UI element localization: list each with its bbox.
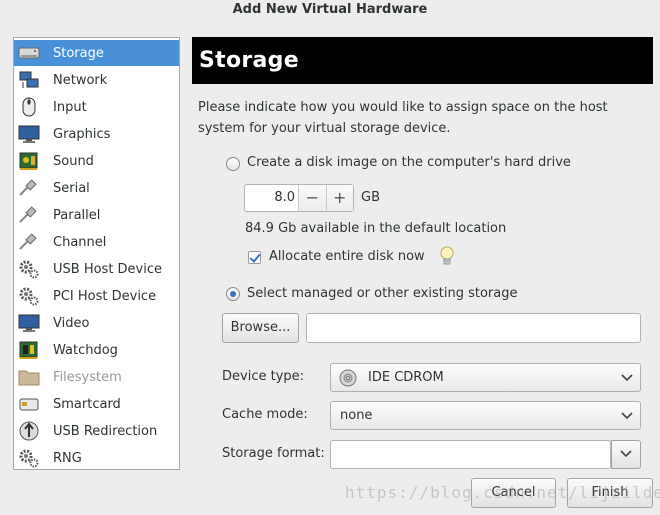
device-type-value: IDE CDROM: [368, 370, 444, 385]
select-existing-label: Select managed or other existing storage: [247, 286, 518, 301]
sidebar-item-rng[interactable]: RNG: [14, 445, 179, 471]
rng-gear-icon: [18, 447, 40, 469]
sound-card-icon: [18, 150, 40, 172]
folder-icon: [18, 366, 40, 388]
create-disk-label: Create a disk image on the computer's ha…: [247, 155, 571, 170]
size-unit-label: GB: [361, 190, 380, 205]
monitor-icon: [18, 123, 40, 145]
video-monitor-icon: [18, 312, 40, 334]
channel-plug-icon: [18, 231, 40, 253]
sidebar-item-usb-host-device[interactable]: USB Host Device: [14, 256, 179, 282]
cache-mode-value: none: [340, 408, 373, 423]
sidebar-item-label: Channel: [53, 234, 107, 250]
watchdog-chip-icon: [18, 339, 40, 361]
sidebar-item-label: Serial: [53, 180, 90, 196]
sidebar-item-network[interactable]: Network: [14, 67, 179, 93]
sidebar-item-storage[interactable]: Storage: [14, 40, 179, 66]
chevron-down-icon: [614, 373, 640, 382]
available-space-text: 84.9 Gb available in the default locatio…: [245, 221, 507, 236]
decrement-button[interactable]: −: [298, 185, 326, 211]
allocate-disk-checkbox[interactable]: [248, 251, 261, 264]
sidebar-item-label: USB Host Device: [53, 261, 163, 277]
create-disk-radio[interactable]: [226, 157, 240, 171]
sidebar-item-label: Watchdog: [53, 342, 118, 358]
sidebar-item-label: USB Redirection: [53, 423, 158, 439]
select-existing-radio[interactable]: [226, 287, 240, 301]
sidebar-item-label: Input: [53, 99, 87, 115]
chevron-down-icon: [620, 447, 632, 462]
sidebar-item-filesystem: Filesystem: [14, 364, 179, 390]
disk-size-value[interactable]: 8.0: [245, 185, 298, 211]
sidebar-item-label: PCI Host Device: [53, 288, 157, 304]
sidebar-item-channel[interactable]: Channel: [14, 229, 179, 255]
sidebar-item-serial[interactable]: Serial: [14, 175, 179, 201]
sidebar-item-label: Storage: [53, 45, 104, 61]
page-title: Storage: [192, 37, 653, 84]
sidebar-item-sound[interactable]: Sound: [14, 148, 179, 174]
cache-mode-select[interactable]: none: [330, 401, 641, 430]
mouse-icon: [18, 96, 40, 118]
hardware-type-list: Storage Network Input Graphics Sound Ser…: [13, 37, 180, 470]
storage-format-label: Storage format:: [222, 446, 325, 461]
cache-mode-label: Cache mode:: [222, 407, 308, 422]
device-type-label: Device type:: [222, 369, 305, 384]
cdrom-icon: [338, 368, 358, 388]
sidebar-item-video[interactable]: Video: [14, 310, 179, 336]
network-icon: [18, 69, 40, 91]
lightbulb-icon: [439, 245, 455, 273]
sidebar-item-usb-redirection[interactable]: USB Redirection: [14, 418, 179, 444]
sidebar-item-smartcard[interactable]: Smartcard: [14, 391, 179, 417]
watermark: https://blog.csdn.net/lijzilde: [345, 483, 660, 502]
sidebar-item-graphics[interactable]: Graphics: [14, 121, 179, 147]
increment-button[interactable]: +: [325, 185, 353, 211]
sidebar-item-input[interactable]: Input: [14, 94, 179, 120]
sidebar-item-parallel[interactable]: Parallel: [14, 202, 179, 228]
serial-plug-icon: [18, 177, 40, 199]
sidebar-item-pci-host-device[interactable]: PCI Host Device: [14, 283, 179, 309]
allocate-disk-label: Allocate entire disk now: [269, 249, 425, 264]
sidebar-item-label: Sound: [53, 153, 94, 169]
sidebar-item-watchdog[interactable]: Watchdog: [14, 337, 179, 363]
description: Please indicate how you would like to as…: [198, 100, 608, 136]
usb-gear-icon: [18, 258, 40, 280]
browse-button[interactable]: Browse...: [222, 313, 299, 343]
storage-path-input[interactable]: [306, 313, 641, 343]
disk-icon: [18, 42, 40, 64]
sidebar-item-label: Filesystem: [53, 369, 122, 385]
usb-redirection-icon: [18, 420, 40, 442]
sidebar-item-label: Smartcard: [53, 396, 121, 412]
smartcard-icon: [18, 393, 40, 415]
sidebar-item-label: Parallel: [53, 207, 101, 223]
pci-gear-icon: [18, 285, 40, 307]
storage-format-dropdown-button[interactable]: [611, 440, 641, 469]
sidebar-item-label: RNG: [53, 450, 82, 466]
device-type-select[interactable]: IDE CDROM: [330, 363, 641, 392]
sidebar-item-label: Network: [53, 72, 108, 88]
chevron-down-icon: [614, 411, 640, 420]
storage-format-input[interactable]: [330, 440, 611, 469]
sidebar-item-label: Video: [53, 315, 90, 331]
window-title: Add New Virtual Hardware: [232, 2, 428, 17]
parallel-plug-icon: [18, 204, 40, 226]
disk-size-spinner[interactable]: 8.0 − +: [244, 184, 354, 212]
sidebar-item-label: Graphics: [53, 126, 111, 142]
